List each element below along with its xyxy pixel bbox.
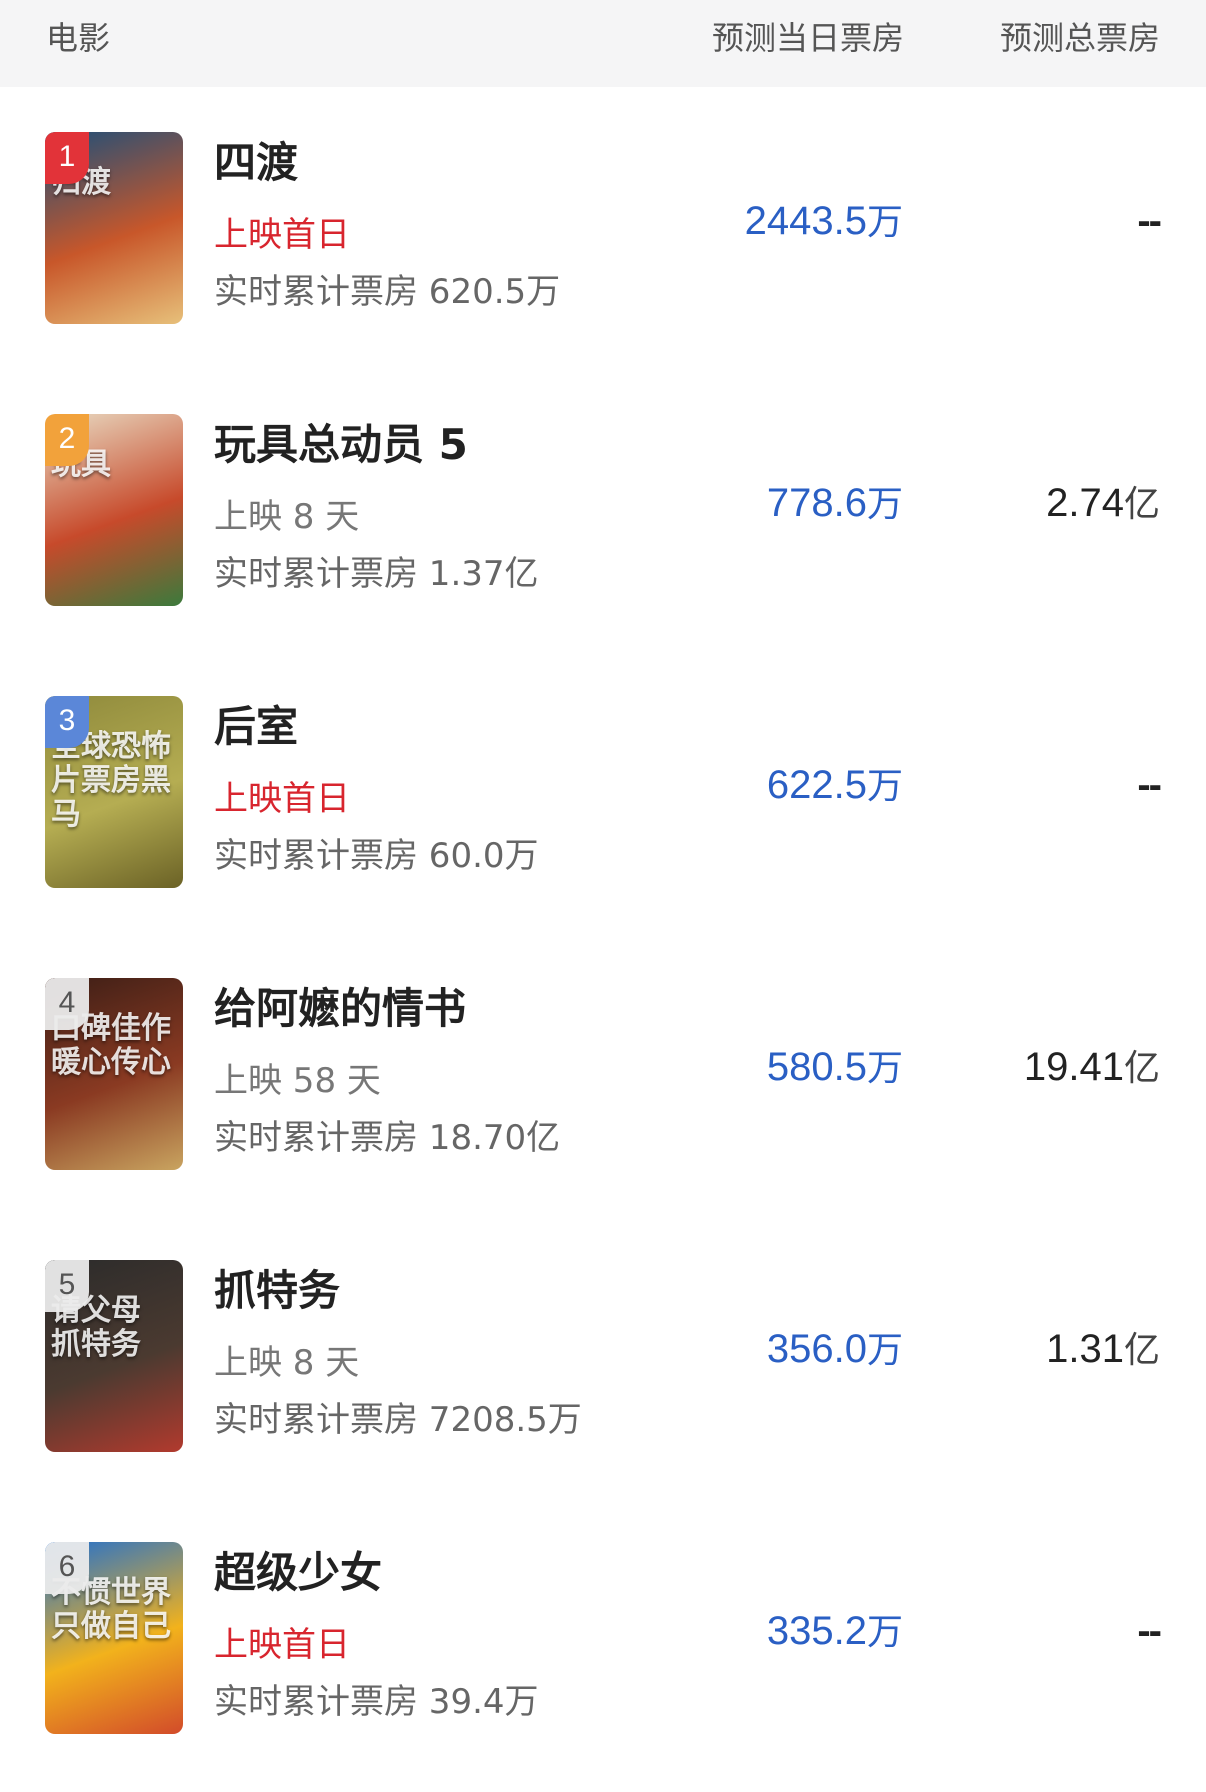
release-status: 上映 58 天 — [214, 1061, 381, 1101]
movie-title[interactable]: 玩具总动员 5 — [214, 421, 468, 469]
predicted-total-box-office: -- — [1137, 197, 1162, 247]
cumulative-box-office: 实时累计票房 39.4万 — [214, 1682, 539, 1722]
total-value: 19.41 — [1023, 1045, 1124, 1089]
movie-row[interactable]: 全球恐怖片票房黑马 3 后室 上映首日 实时累计票房 60.0万 622.5万 … — [0, 651, 1206, 933]
movie-poster[interactable]: 不惯世界 只做自己 6 — [45, 1542, 183, 1734]
movie-row[interactable]: 玩具 2 玩具总动员 5 上映 8 天 实时累计票房 1.37亿 778.6万 … — [0, 369, 1206, 651]
movie-row[interactable]: 请父母 抓特务 5 抓特务 上映 8 天 实时累计票房 7208.5万 356.… — [0, 1215, 1206, 1497]
movie-title[interactable]: 后室 — [214, 703, 298, 751]
release-status: 上映首日 — [214, 1625, 350, 1665]
day-value: 2443.5 — [744, 199, 867, 243]
cumulative-box-office: 实时累计票房 7208.5万 — [214, 1400, 582, 1440]
movie-poster[interactable]: 请父母 抓特务 5 — [45, 1260, 183, 1452]
movie-title[interactable]: 给阿嬷的情书 — [214, 985, 466, 1033]
predicted-total-box-office: 19.41亿 — [1024, 1043, 1160, 1093]
predicted-total-box-office: 1.31亿 — [1046, 1325, 1160, 1375]
predicted-total-box-office: -- — [1137, 761, 1162, 811]
total-value: 2.74 — [1046, 481, 1124, 525]
header-total-box-office-label[interactable]: 预测总票房 — [1000, 20, 1160, 56]
day-value: 580.5 — [766, 1045, 867, 1089]
table-header: 电影 预测当日票房 预测总票房 — [0, 0, 1206, 87]
movie-poster[interactable]: 玩具 2 — [45, 414, 183, 606]
rank-badge: 2 — [45, 414, 89, 466]
day-value: 356.0 — [766, 1327, 867, 1371]
total-value: -- — [1137, 199, 1162, 243]
total-value: 1.31 — [1046, 1327, 1124, 1371]
movie-row[interactable]: 不惯世界 只做自己 6 超级少女 上映首日 实时累计票房 39.4万 335.2… — [0, 1497, 1206, 1779]
total-unit: 亿 — [1123, 484, 1160, 525]
movie-title[interactable]: 超级少女 — [214, 1549, 382, 1597]
predicted-total-box-office: -- — [1137, 1607, 1162, 1657]
day-value: 778.6 — [766, 481, 867, 525]
predicted-day-box-office: 356.0万 — [767, 1325, 903, 1375]
cumulative-box-office: 实时累计票房 60.0万 — [214, 836, 539, 876]
day-unit: 万 — [866, 1330, 903, 1371]
movie-title[interactable]: 四渡 — [214, 139, 298, 187]
predicted-day-box-office: 580.5万 — [767, 1043, 903, 1093]
day-unit: 万 — [866, 1048, 903, 1089]
day-value: 622.5 — [766, 763, 867, 807]
predicted-day-box-office: 335.2万 — [767, 1607, 903, 1657]
header-day-box-office-label[interactable]: 预测当日票房 — [712, 20, 904, 56]
movie-title[interactable]: 抓特务 — [214, 1267, 340, 1315]
total-unit: 亿 — [1123, 1048, 1160, 1089]
day-unit: 万 — [866, 1612, 903, 1653]
predicted-day-box-office: 2443.5万 — [745, 197, 903, 247]
cumulative-box-office: 实时累计票房 18.70亿 — [214, 1118, 561, 1158]
movie-poster[interactable]: 口碑佳作 暖心传心 4 — [45, 978, 183, 1170]
rank-badge: 1 — [45, 132, 89, 184]
movie-row[interactable]: 口碑佳作 暖心传心 4 给阿嬷的情书 上映 58 天 实时累计票房 18.70亿… — [0, 933, 1206, 1215]
total-value: -- — [1137, 1609, 1162, 1653]
total-unit: 亿 — [1123, 1330, 1160, 1371]
release-status: 上映 8 天 — [214, 497, 360, 537]
movie-poster[interactable]: 全球恐怖片票房黑马 3 — [45, 696, 183, 888]
cumulative-box-office: 实时累计票房 620.5万 — [214, 272, 561, 312]
day-unit: 万 — [866, 202, 903, 243]
rank-badge: 6 — [45, 1542, 89, 1594]
movie-poster[interactable]: 归渡 1 — [45, 132, 183, 324]
predicted-total-box-office: 2.74亿 — [1046, 479, 1160, 529]
predicted-day-box-office: 622.5万 — [767, 761, 903, 811]
header-movie-label: 电影 — [46, 19, 111, 57]
rank-badge: 5 — [45, 1260, 89, 1312]
day-value: 335.2 — [766, 1609, 867, 1653]
total-value: -- — [1137, 763, 1162, 807]
release-status: 上映 8 天 — [214, 1343, 360, 1383]
day-unit: 万 — [866, 766, 903, 807]
movie-row[interactable]: 归渡 1 四渡 上映首日 实时累计票房 620.5万 2443.5万 -- — [0, 87, 1206, 369]
rank-badge: 3 — [45, 696, 89, 748]
release-status: 上映首日 — [214, 215, 350, 255]
predicted-day-box-office: 778.6万 — [767, 479, 903, 529]
release-status: 上映首日 — [214, 779, 350, 819]
rank-badge: 4 — [45, 978, 89, 1030]
day-unit: 万 — [866, 484, 903, 525]
cumulative-box-office: 实时累计票房 1.37亿 — [214, 554, 539, 594]
